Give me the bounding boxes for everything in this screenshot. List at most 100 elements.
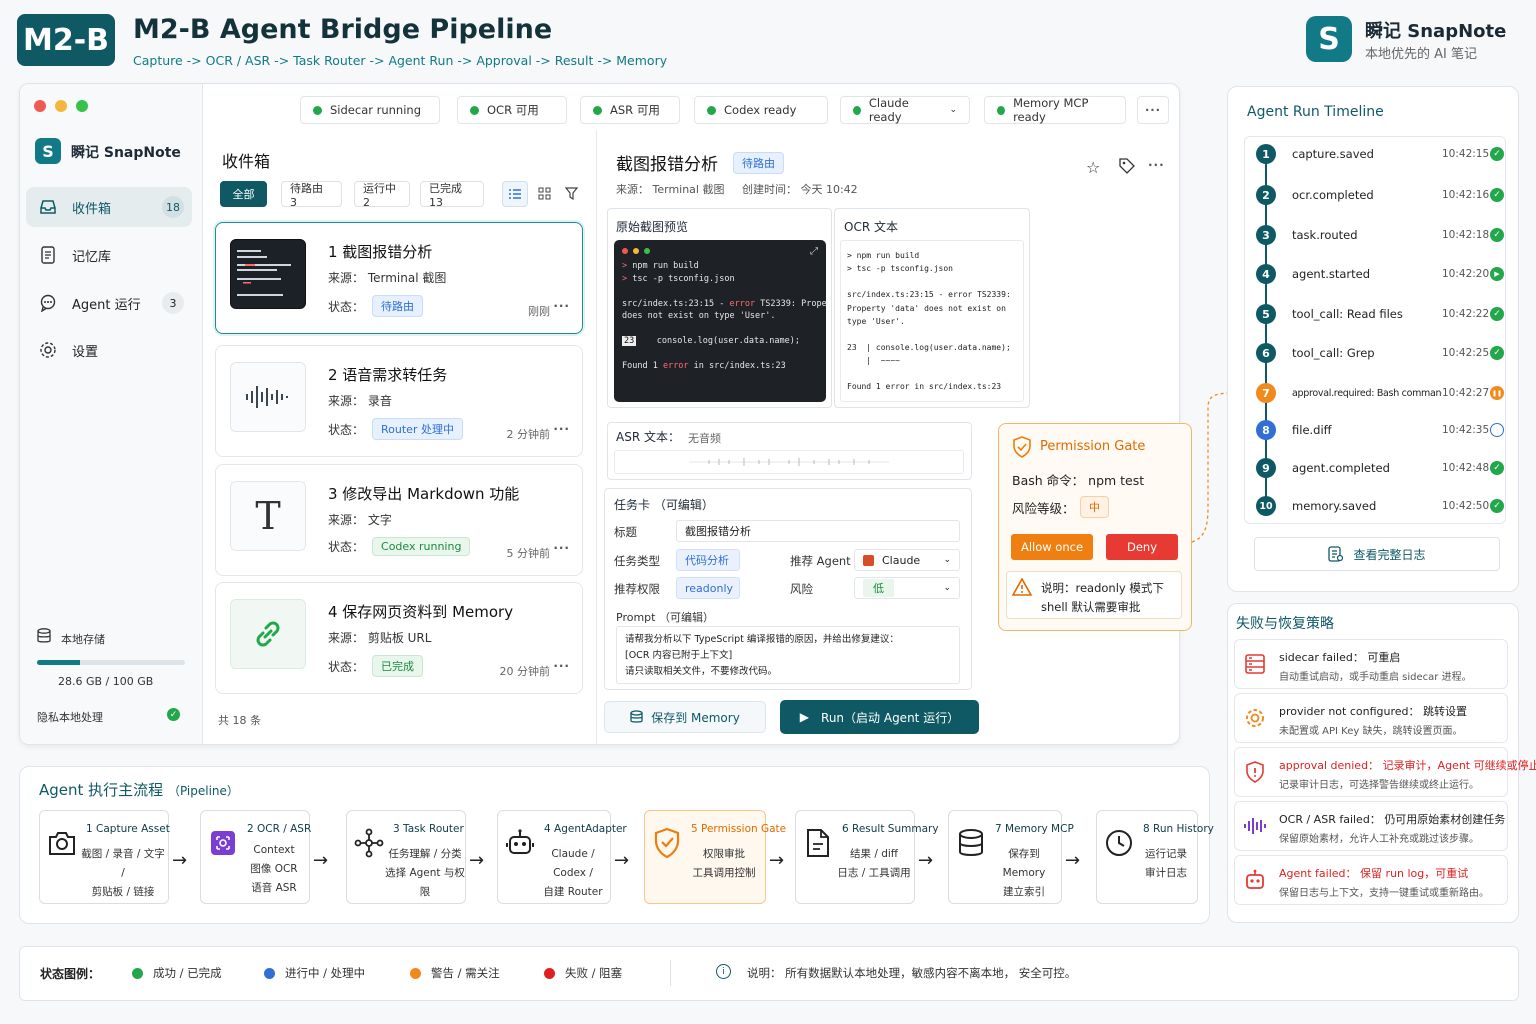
timeline-item[interactable]: 8 file.diff 10:42:35 xyxy=(1256,414,1506,446)
storage-bar xyxy=(37,660,185,665)
recovery-item-title: Agent failed： 保留 run log，可重试 xyxy=(1279,865,1468,881)
allow-once-button[interactable]: Allow once xyxy=(1011,534,1093,560)
inbox-item-status-row: 状态： 已完成 xyxy=(328,655,424,677)
inbox-item-4[interactable]: 4 保存网页资料到 Memory 来源： 剪贴板 URL 状态： 已完成 20 分… xyxy=(215,582,583,694)
inbox-item-status-row: 状态： 待路由 xyxy=(328,295,424,317)
ocr-line: > tsc -p tsconfig.json xyxy=(847,264,953,274)
filter-done[interactable]: 已完成 13 xyxy=(420,181,484,209)
inbox-item-1[interactable]: 1 截图报错分析 来源： Terminal 截图 状态： 待路由 刚刚 ··· xyxy=(215,222,583,334)
prompt-textarea[interactable]: 请帮我分析以下 TypeScript 编译报错的原因，并给出修复建议： [OCR … xyxy=(616,626,960,684)
inbox-item-3[interactable]: T 3 修改导出 Markdown 功能 来源： 文字 状态： Codex run… xyxy=(215,464,583,576)
check-circle-icon: ✓ xyxy=(1490,499,1504,513)
sidebar-item-memory[interactable]: 记忆库 xyxy=(26,235,192,275)
prompt-lines: 请帮我分析以下 TypeScript 编译报错的原因，并给出修复建议： [OCR … xyxy=(625,632,951,680)
pipeline-step: 5 Permission Gate 权限审批 工具调用控制 xyxy=(644,810,786,904)
window-minimize-button[interactable] xyxy=(55,100,67,112)
window-close-button[interactable] xyxy=(34,100,46,112)
more-options-button[interactable]: ··· xyxy=(1137,96,1169,124)
ocr-line xyxy=(847,275,1017,288)
filter-button[interactable] xyxy=(564,187,579,203)
detail-more-button[interactable]: ··· xyxy=(1148,158,1165,172)
field-perm-label: 推荐权限 xyxy=(614,582,660,596)
filter-all[interactable]: 全部 xyxy=(220,181,267,207)
pipeline-step-head: 5 Permission Gate xyxy=(691,823,787,835)
sidebar-item-count: 18 xyxy=(162,196,184,218)
status-memory[interactable]: Memory MCP ready xyxy=(984,96,1126,124)
timeline-item[interactable]: 4 agent.started 10:42:20 ▶ xyxy=(1256,258,1506,290)
filter-pending[interactable]: 待路由 3 xyxy=(281,181,342,209)
timeline-step-number: 10 xyxy=(1256,496,1276,516)
field-type-select[interactable]: 代码分析 xyxy=(676,549,740,571)
sidebar-item-settings[interactable]: 设置 xyxy=(26,330,192,370)
play-icon: ▶ xyxy=(799,710,810,724)
sidebar-item-agent-runs[interactable]: Agent 运行 3 xyxy=(26,283,192,323)
gate-bash-row: Bash 命令： npm test xyxy=(1012,470,1144,489)
status-claude-dropdown[interactable]: Claude ready ⌄ xyxy=(840,96,970,124)
item-more-button[interactable]: ··· xyxy=(553,422,570,436)
view-log-button[interactable]: 查看完整日志 xyxy=(1254,537,1500,571)
grid-view-button[interactable] xyxy=(538,187,551,203)
expand-icon[interactable]: ⤢ xyxy=(810,246,818,259)
timeline-item[interactable]: 7 approval.required: Bash command 10:42:27… xyxy=(1256,377,1506,409)
list-view-button[interactable] xyxy=(502,181,528,207)
status-asr[interactable]: ASR 可用 xyxy=(580,96,680,124)
timeline-step-number: 3 xyxy=(1256,225,1276,245)
timeline-step-number: 6 xyxy=(1256,343,1276,363)
sidebar-item-inbox[interactable]: 收件箱 18 xyxy=(26,187,192,227)
recovery-item-label: Agent failed： xyxy=(1279,867,1357,880)
legend-item-label: 警告 / 需关注 xyxy=(431,966,500,980)
inbox-item-source: 来源： Terminal 截图 xyxy=(328,271,447,285)
timeline-event-name: tool_call: Grep xyxy=(1292,346,1375,360)
field-risk-select[interactable]: 低 ⌄ xyxy=(854,577,960,599)
sidebar-logo-icon: S xyxy=(35,138,61,164)
filter-running[interactable]: 运行中 2 xyxy=(354,181,410,209)
pipeline-arrow-icon: → xyxy=(469,850,485,871)
storage-value: 28.6 GB / 100 GB xyxy=(58,675,154,688)
timeline-item[interactable]: 6 tool_call: Grep 10:42:25 ✓ xyxy=(1256,337,1506,369)
item-more-button[interactable]: ··· xyxy=(553,541,570,555)
pipeline-step-line: 结果 / diff xyxy=(849,848,899,860)
deny-button[interactable]: Deny xyxy=(1106,534,1178,560)
recovery-item-title: provider not configured： 跳转设置 xyxy=(1279,703,1467,719)
status-codex[interactable]: Codex ready xyxy=(694,96,828,124)
field-agent-select[interactable]: Claude ⌄ xyxy=(854,549,960,571)
tag-icon[interactable] xyxy=(1119,158,1135,177)
timeline-event-time: 10:42:18 xyxy=(1442,229,1490,241)
storage-label: 本地存储 xyxy=(61,633,105,646)
pipeline-step-line: 保存到 Memory xyxy=(1002,848,1046,879)
timeline-item[interactable]: 2 ocr.completed 10:42:16 ✓ xyxy=(1256,179,1506,211)
chat-icon xyxy=(38,294,58,312)
status-ocr[interactable]: OCR 可用 xyxy=(457,96,567,124)
brand-name: 瞬记 SnapNote xyxy=(1365,21,1507,42)
item-more-button[interactable]: ··· xyxy=(553,299,570,313)
ocr-line: 23 | console.log(user.data.name); xyxy=(847,343,1011,353)
inbox-item-2[interactable]: 2 语音需求转任务 来源： 录音 状态： Router 处理中 2 分钟前 ··· xyxy=(215,345,583,457)
run-agent-button[interactable]: ▶ Run（启动 Agent 运行） xyxy=(780,700,979,734)
legend-dot xyxy=(132,967,143,979)
waveform-icon xyxy=(1243,814,1267,838)
item-more-button[interactable]: ··· xyxy=(553,659,570,673)
timeline-item[interactable]: 5 tool_call: Read files 10:42:22 ✓ xyxy=(1256,298,1506,330)
field-perm-select[interactable]: readonly xyxy=(676,577,740,599)
field-title-input[interactable]: 截图报错分析 xyxy=(676,520,960,542)
asr-waveform xyxy=(614,450,964,474)
legend-item: 成功 / 已完成 xyxy=(132,965,222,981)
status-sidecar[interactable]: Sidecar running xyxy=(300,96,440,124)
pipeline-step-head: 1 Capture Asset xyxy=(86,823,170,835)
timeline-item[interactable]: 9 agent.completed 10:42:48 ✓ xyxy=(1256,452,1506,484)
timeline-step-number: 1 xyxy=(1256,144,1276,164)
check-circle-icon: ✓ xyxy=(1490,188,1504,202)
recovery-item-desc: 记录审计日志，可选择警告继续或终止运行。 xyxy=(1279,780,1479,791)
star-icon[interactable]: ☆ xyxy=(1086,158,1100,177)
timeline-event-time: 10:42:48 xyxy=(1442,462,1490,474)
inbox-item-status-row: 状态： Router 处理中 xyxy=(328,418,463,440)
save-memory-button[interactable]: 保存到 Memory xyxy=(604,701,766,733)
window-maximize-button[interactable] xyxy=(76,100,88,112)
timeline-item[interactable]: 3 task.routed 10:42:18 ✓ xyxy=(1256,219,1506,251)
timeline-item[interactable]: 1 capture.saved 10:42:15 ✓ xyxy=(1256,138,1506,170)
status-badge: 已完成 xyxy=(372,655,424,677)
terminal-line: Found 1 error in src/index.ts:23 xyxy=(622,361,786,371)
timeline-item[interactable]: 10 memory.saved 10:42:50 ✓ xyxy=(1256,490,1506,522)
pipeline-arrow-icon: → xyxy=(313,850,329,871)
